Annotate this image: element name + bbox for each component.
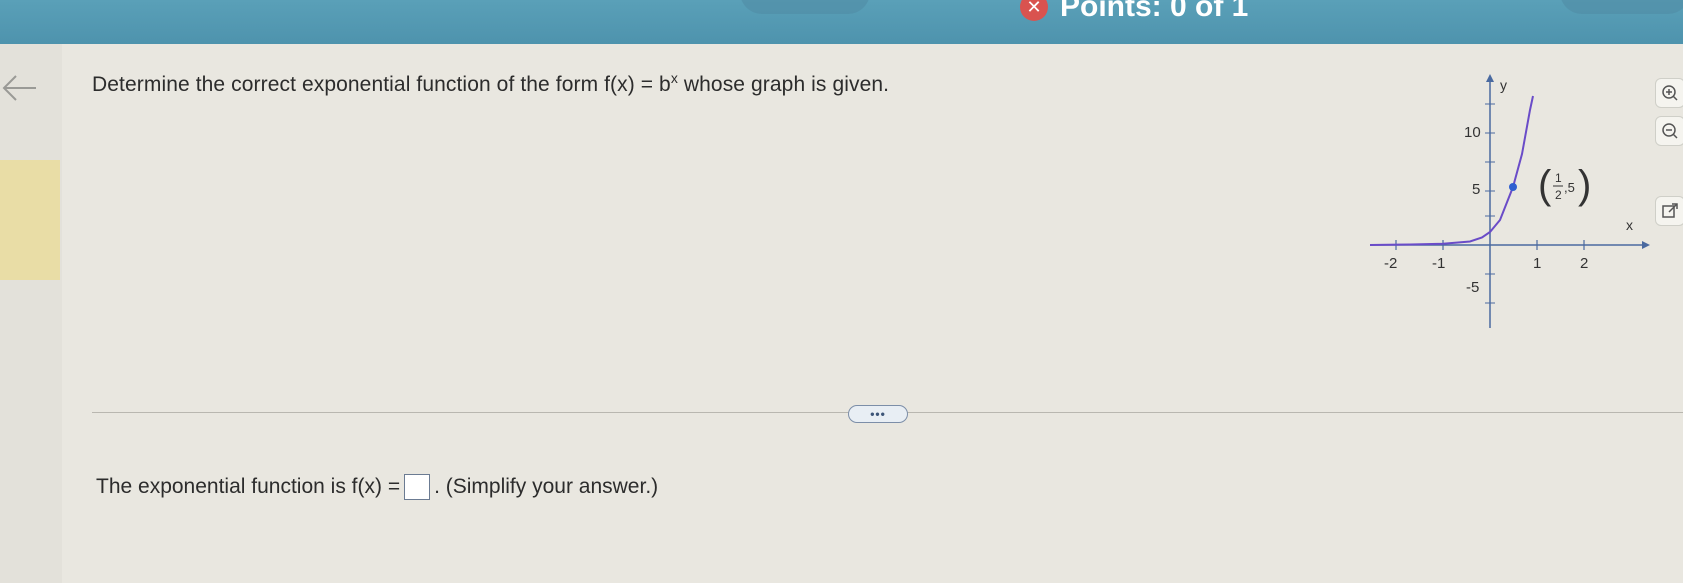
zoom-in-icon	[1662, 85, 1678, 101]
question-exponent: x	[670, 70, 678, 86]
arrow-left-icon[interactable]	[0, 68, 40, 108]
answer-input[interactable]	[404, 474, 431, 500]
x-axis-label: x	[1626, 217, 1633, 233]
points-label: Points: 0 of 1	[1060, 0, 1249, 23]
top-bar-decoration	[740, 0, 870, 14]
top-bar-decoration	[1560, 0, 1683, 14]
point-label-denominator: 2	[1555, 188, 1562, 202]
answer-suffix: . (Simplify your answer.)	[434, 475, 659, 498]
x-tick-label: 2	[1580, 255, 1588, 272]
x-tick-label: 1	[1533, 255, 1541, 272]
exponential-graph: y x -2 -1 1 2 10 5 -5 ( 1 2 ,5 )	[1370, 74, 1650, 328]
y-tick-label: -5	[1466, 279, 1479, 296]
point-label: ( 1 2 ,5 )	[1538, 163, 1591, 207]
zoom-in-button[interactable]	[1655, 78, 1683, 108]
zoom-out-button[interactable]	[1655, 116, 1683, 146]
answer-prefix: The exponential function is f(x) =	[96, 475, 401, 498]
y-axis-label: y	[1500, 77, 1507, 93]
y-tick-label: 10	[1464, 124, 1481, 141]
exponential-curve	[1370, 95, 1534, 246]
right-paren: )	[1578, 163, 1591, 207]
question-text: Determine the correct exponential functi…	[92, 70, 889, 97]
point-label-numerator: 1	[1555, 171, 1562, 185]
top-bar: ✕ Points: 0 of 1	[0, 0, 1683, 44]
question-suffix: whose graph is given.	[677, 73, 890, 96]
x-icon: ✕	[1020, 0, 1048, 21]
points-indicator: ✕ Points: 0 of 1	[1020, 0, 1248, 24]
answer-prompt: The exponential function is f(x) = . (Si…	[96, 474, 658, 500]
left-sidebar	[0, 44, 63, 583]
x-tick-label: -2	[1384, 255, 1397, 272]
more-button[interactable]: •••	[848, 405, 908, 423]
zoom-out-icon	[1662, 123, 1678, 139]
question-prefix: Determine the correct exponential functi…	[92, 73, 671, 96]
y-tick-label: 5	[1472, 181, 1480, 198]
external-link-icon	[1662, 203, 1678, 218]
popout-button[interactable]	[1655, 196, 1683, 226]
left-paren: (	[1538, 163, 1552, 207]
y-axis-arrow	[1486, 74, 1494, 82]
x-tick-label: -1	[1432, 255, 1445, 272]
question-indicator-tab[interactable]	[0, 160, 60, 280]
x-axis-arrow	[1642, 241, 1650, 249]
curve-point	[1509, 183, 1517, 191]
point-label-y: ,5	[1564, 180, 1575, 195]
